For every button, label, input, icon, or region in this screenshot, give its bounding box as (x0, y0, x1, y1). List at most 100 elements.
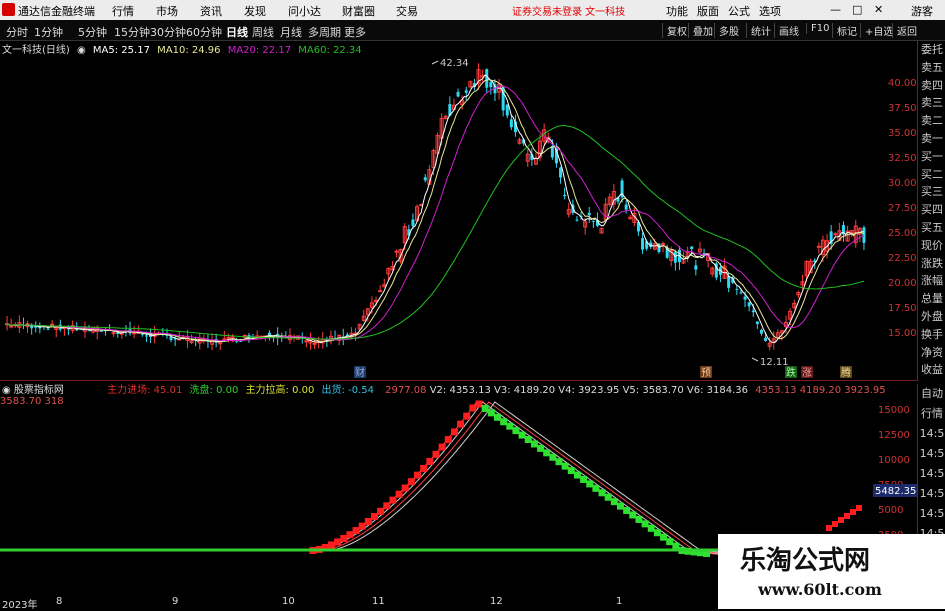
period-tab-more[interactable]: 更多 (344, 24, 366, 40)
candle-body (505, 104, 509, 116)
time-tick-dec: 12 (490, 596, 503, 607)
event-tag-finance[interactable]: 财 (355, 366, 365, 379)
menu-wealth[interactable]: 财富圈 (342, 3, 375, 19)
indicator-marker (414, 471, 422, 479)
stats-button[interactable]: 统计 (746, 23, 771, 38)
indicator-marker (543, 449, 551, 457)
high-pointer (431, 60, 439, 65)
period-tab-weekly[interactable]: 周线 (252, 24, 274, 40)
indicator-marker (444, 436, 452, 444)
indicator-marker (580, 475, 588, 483)
event-tag-forecast[interactable]: 预 (701, 367, 711, 379)
indicator-marker (500, 418, 508, 426)
period-tab-60min[interactable]: 60分钟 (186, 24, 222, 40)
guest-label[interactable]: 游客 (911, 3, 933, 19)
period-tab-15min[interactable]: 15分钟 (114, 24, 150, 40)
price-tick: 17.50 (888, 303, 917, 314)
period-tab-daily[interactable]: 日线 (226, 24, 248, 40)
settings-circle-icon[interactable]: ◉ (77, 45, 86, 56)
indicator-marker (844, 513, 850, 519)
event-tag-up[interactable]: 涨 (802, 367, 812, 379)
indicator-marker (586, 480, 594, 488)
quote-label-ask1: 卖一 (921, 131, 943, 145)
menu-discover[interactable]: 发现 (244, 3, 266, 19)
draw-line-button[interactable]: 画线 (774, 23, 799, 38)
period-toolbar: 分时 1分钟 5分钟 15分钟 30分钟 60分钟 日线 周线 月线 多周期 更… (0, 20, 945, 41)
login-notice[interactable]: 证券交易未登录 文一科技 (512, 3, 625, 18)
back-button[interactable]: 返回 (892, 23, 917, 38)
price-axis: 40.00 37.50 35.00 32.50 30.00 27.50 25.0… (888, 78, 917, 339)
menu-function[interactable]: 功能 (666, 3, 688, 19)
candle-body (862, 227, 866, 243)
indicator-marker (617, 502, 624, 510)
indicator-marker (377, 507, 385, 515)
period-tab-multi[interactable]: 多周期 (308, 24, 341, 40)
candle-body (111, 332, 116, 335)
indicator-marker (475, 400, 483, 408)
candle-body (755, 321, 759, 325)
menu-layout[interactable]: 版面 (697, 3, 719, 19)
quote-label-eps: 收益 (921, 363, 943, 377)
indicator-marker (561, 462, 569, 470)
menu-formula[interactable]: 公式 (728, 3, 750, 19)
indicator-marker (635, 515, 643, 523)
indicator-tick: 10000 (878, 455, 910, 466)
period-tab-monthly[interactable]: 月线 (280, 24, 302, 40)
quote-label-order[interactable]: 委托 (918, 41, 945, 59)
indicator-marker (832, 521, 838, 527)
indicator-marker (604, 493, 612, 501)
candle-body (739, 292, 743, 294)
menu-trade[interactable]: 交易 (396, 3, 418, 19)
multi-stock-button[interactable]: 多股 (714, 23, 739, 38)
indicator-marker (524, 436, 532, 443)
f10-button[interactable]: F10 (806, 23, 829, 34)
tick-time: 14:5 (919, 467, 945, 480)
candle-body (144, 335, 148, 337)
indicator-line (5, 401, 721, 554)
price-tick: 27.50 (888, 203, 917, 214)
menu-ask[interactable]: 问小达 (288, 3, 321, 19)
quote-label-turnover: 换手 (921, 327, 943, 341)
indicator-marker (838, 517, 844, 523)
time-tick-nov: 11 (372, 596, 385, 607)
minimize-icon[interactable]: — (830, 3, 841, 16)
event-tag-down[interactable]: 跌 (786, 366, 796, 379)
indicator-marker (407, 478, 415, 486)
menu-news[interactable]: 资讯 (200, 3, 222, 19)
close-icon[interactable]: ✕ (874, 3, 883, 16)
menu-quotes[interactable]: 行情 (112, 3, 134, 19)
quote-label-volume: 总量 (921, 292, 943, 306)
period-tab-intraday[interactable]: 分时 (6, 24, 28, 40)
quote-label-bid5: 买五 (921, 220, 943, 234)
overlay-button[interactable]: 叠加 (688, 23, 713, 38)
quote-label-bid4: 买四 (921, 203, 943, 217)
period-tab-30min[interactable]: 30分钟 (150, 24, 186, 40)
indicator-marker (346, 531, 354, 539)
candlestick-chart[interactable]: 42.34 12.11 财 预 跌 涨 腾 40.00 37.50 35.00 … (0, 56, 917, 380)
add-watchlist-button[interactable]: +自选 (860, 23, 893, 38)
maximize-icon[interactable]: □ (852, 3, 862, 16)
candle-body (563, 194, 567, 197)
adjust-button[interactable]: 复权 (662, 23, 687, 38)
candle-body (743, 296, 747, 300)
period-tab-5min[interactable]: 5分钟 (78, 24, 107, 40)
candle-body (816, 245, 821, 248)
period-tab-1min[interactable]: 1分钟 (34, 24, 63, 40)
indicator-marker (401, 484, 409, 492)
time-tick-oct: 10 (282, 596, 295, 607)
quote-label-bid3: 买三 (921, 185, 943, 199)
ma5-value: MA5: 25.17 (92, 45, 150, 56)
auto-label[interactable]: 自动 (918, 384, 945, 404)
quote-label-bid1: 买一 (921, 149, 943, 163)
mark-button[interactable]: 标记 (832, 23, 857, 38)
quote-label[interactable]: 行情 (918, 404, 945, 424)
indicator-header: ◉ 股票指标网 主力进场: 45.01 洗盘: 0.00 主力拉高: 0.00 … (0, 380, 917, 407)
menu-options[interactable]: 选项 (759, 3, 781, 19)
tick-time: 14:5 (919, 427, 945, 440)
indicator-marker (340, 534, 348, 542)
candle-body (833, 233, 838, 236)
event-tag-tencent[interactable]: 腾 (841, 366, 851, 379)
indicator-marker (610, 498, 618, 506)
indicator-marker (327, 541, 335, 549)
menu-market[interactable]: 市场 (156, 3, 178, 19)
